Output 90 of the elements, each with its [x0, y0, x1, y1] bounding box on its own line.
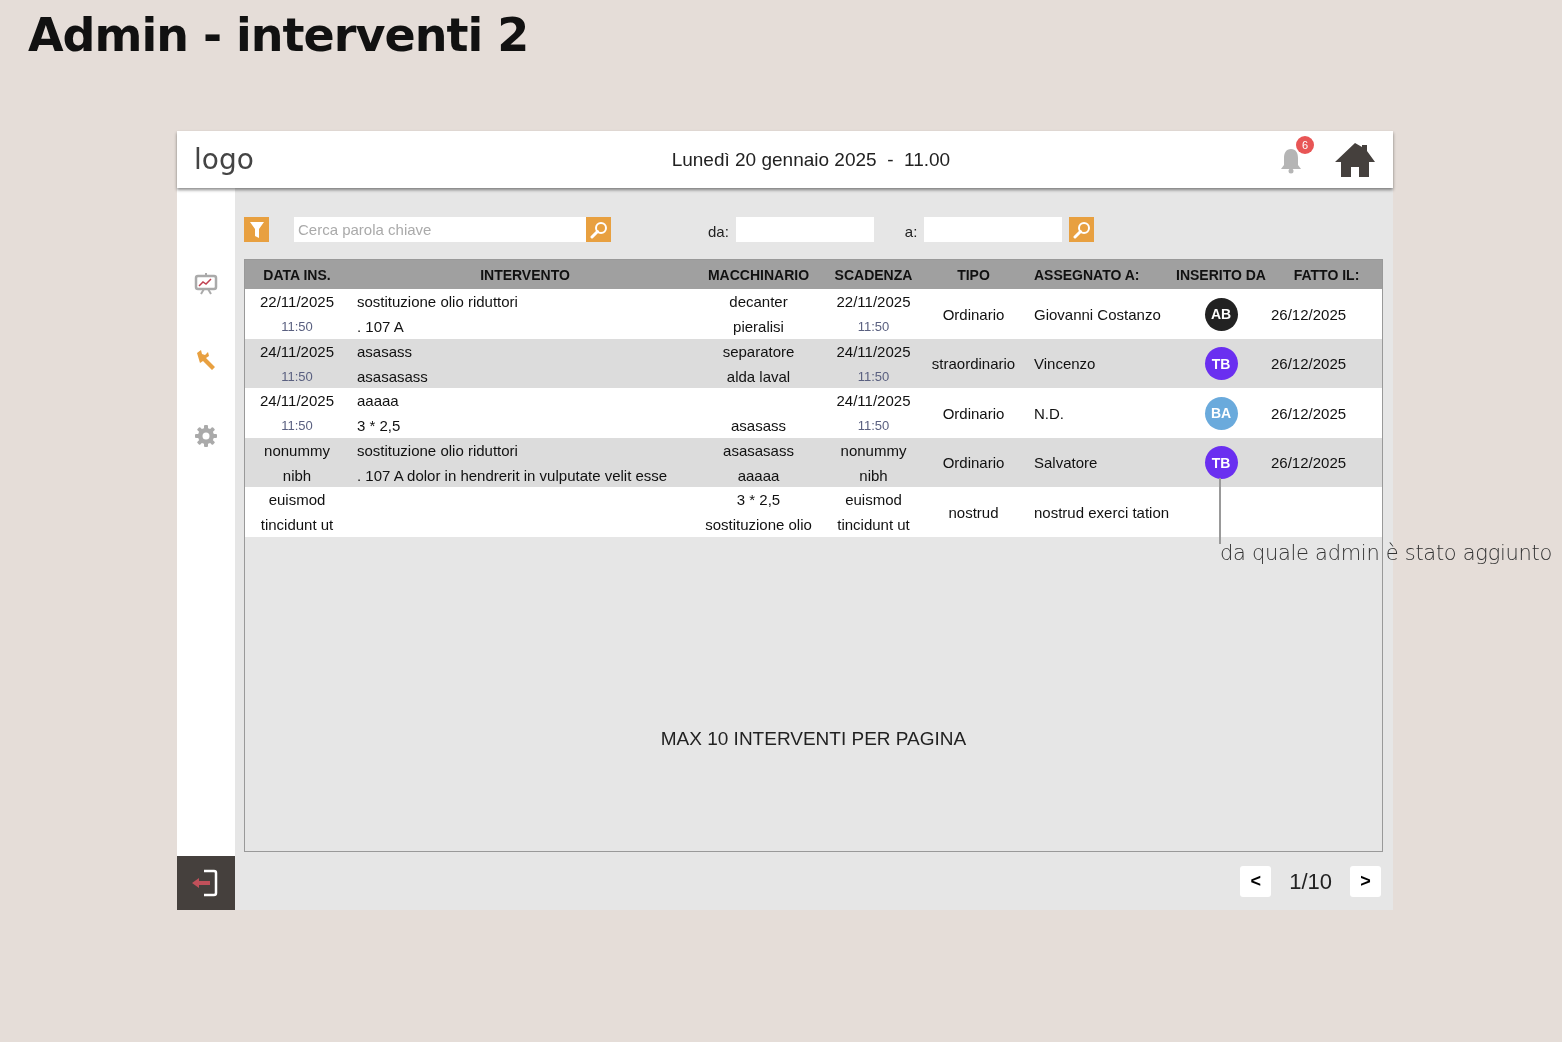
cell-text: 3 * 2,5 [357, 417, 401, 434]
user-avatar: BA [1204, 396, 1238, 430]
date-time: Lunedì 20 gennaio 2025 - 11.00 [670, 148, 952, 171]
presentation-chart-icon [194, 272, 218, 296]
filter-icon [248, 220, 265, 239]
table-cell-text: Vincenzo [1033, 355, 1097, 372]
cell-text: 3 * 2,5 [736, 491, 781, 508]
home-icon[interactable] [1334, 141, 1376, 178]
user-avatar: AB [1204, 297, 1238, 331]
cell-text: pieralisi [733, 318, 784, 335]
cell-time: 11:50 [857, 319, 890, 334]
cell-time: 11:50 [281, 368, 313, 384]
cell-text: . 107 A [357, 318, 404, 335]
table-cell-text: 26/12/2025 [1271, 305, 1348, 323]
notification-badge: 6 [1296, 135, 1314, 154]
table-cell-text: Giovanni Costanzo [1033, 305, 1162, 323]
search-button[interactable] [586, 217, 611, 242]
cell-time: 11:50 [857, 368, 890, 384]
search-field[interactable]: Cerca parola chiave [294, 217, 586, 242]
cell-text: 22/11/2025 [836, 293, 911, 310]
wrench-icon [194, 348, 218, 372]
cell-text: 24/11/2025 [260, 392, 334, 409]
table-cell-text: nostrud [947, 503, 1000, 521]
cell-text: 24/11/2025 [260, 342, 334, 360]
cell-text: nibh [282, 466, 312, 484]
cell-text: asasass [731, 417, 786, 434]
table-cell-text: Salvatore [1033, 454, 1099, 471]
cell-text: euismod [845, 491, 902, 508]
column-header: INSERITO DA [1175, 266, 1267, 283]
cell-text: nibh [859, 466, 888, 484]
leader-line [1219, 478, 1221, 544]
cell-text: asasasass [357, 367, 428, 385]
cell-text: euismod [268, 491, 326, 508]
cell-time: 11:50 [281, 319, 313, 334]
cell-text: 22/11/2025 [260, 293, 334, 310]
search-icon [1072, 220, 1091, 239]
table-cell-text: nostrud exerci tation [1033, 503, 1171, 521]
cell-text: aaaaa [737, 466, 780, 484]
table-cell: straordinario [931, 355, 1016, 372]
cell-text: nonummy [840, 441, 907, 459]
cell-text: 24/11/2025 [836, 342, 911, 360]
cell-text: decanter [729, 293, 788, 310]
cell-text: sostituzione olio riduttori [357, 441, 518, 459]
cell-text: 24/11/2025 [836, 392, 911, 409]
next-page-button[interactable]: > [1350, 866, 1381, 897]
column-header: TIPO [956, 266, 991, 283]
table-cell-text: N.D. [1033, 404, 1065, 422]
logo: logo [194, 143, 254, 176]
nav-item[interactable] [193, 271, 219, 297]
page-title: Admin - interventi 2 [28, 8, 530, 62]
table-cell-text: 26/12/2025 [1271, 404, 1348, 422]
table-cell-text: 26/12/2025 [1271, 454, 1348, 471]
cell-text: nonummy [264, 441, 330, 459]
to-date-field[interactable] [924, 217, 1063, 242]
annotation: da quale admin è stato aggiunto [1220, 541, 1552, 565]
page-indicator: 1/10 [1289, 868, 1332, 895]
cell-text: tincidunt ut [837, 516, 910, 533]
user-avatar: TB [1204, 347, 1238, 380]
table-cell-text: Ordinario [941, 305, 1006, 323]
cell-text: separatore [722, 342, 795, 360]
cell-text: sostituzione olio [705, 516, 812, 533]
cell-time: 11:50 [281, 418, 313, 433]
cell-text: alda laval [726, 367, 791, 385]
cell-text: aaaaa [357, 392, 399, 409]
previous-page-button[interactable]: < [1240, 866, 1272, 897]
column-header: MACCHINARIO [706, 266, 811, 283]
page-limit-note: MAX 10 INTERVENTI PER PAGINA [660, 727, 967, 750]
logout-button[interactable] [177, 856, 235, 910]
table-cell-text: 26/12/2025 [1271, 355, 1348, 372]
cell-text: asasasass [723, 441, 794, 459]
table-cell-text: Ordinario [941, 404, 1006, 422]
filter-button[interactable] [244, 217, 269, 242]
from-date-field[interactable] [735, 217, 874, 242]
cell-time: 11:50 [857, 418, 890, 433]
cell-text: sostituzione olio riduttori [357, 293, 518, 310]
search-icon [589, 220, 608, 239]
to-label: a: [904, 223, 918, 240]
table-cell-text: Ordinario [941, 454, 1006, 471]
from-label: da: [708, 223, 729, 240]
column-header: SCADENZA [833, 266, 914, 283]
cell-text: . 107 A dolor in hendrerit in vulputate velit esse [357, 466, 668, 484]
column-header: DATA INS. [262, 266, 332, 283]
search-button[interactable] [1069, 217, 1095, 242]
column-header: FATTO IL: [1292, 266, 1361, 283]
column-header: ASSEGNATO A: [1033, 266, 1141, 283]
cell-text: tincidunt ut [260, 516, 334, 533]
column-header: INTERVENTO [479, 266, 571, 283]
user-avatar: TB [1204, 446, 1238, 479]
cell-text: asasass [357, 342, 413, 360]
nav-item[interactable] [193, 423, 219, 449]
